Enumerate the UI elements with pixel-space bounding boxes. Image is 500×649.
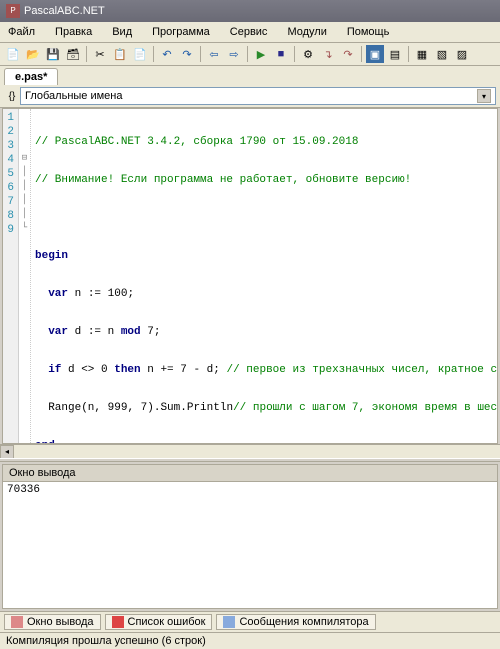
code-area[interactable]: // PascalABC.NET 3.4.2, сборка 1790 от 1…	[31, 109, 497, 443]
output-header: Окно вывода	[3, 465, 497, 482]
file-tab[interactable]: e.pas*	[4, 68, 58, 85]
app-icon: P	[6, 4, 20, 18]
scope-dropdown[interactable]: Глобальные имена ▾	[20, 87, 496, 105]
cut-icon[interactable]: ✂	[91, 45, 109, 63]
nav-fwd-icon[interactable]: ⇨	[225, 45, 243, 63]
titlebar: P PascalABC.NET	[0, 0, 500, 22]
toolbar: 📄 📂 💾 🗃 ✂ 📋 📄 ↶ ↷ ⇦ ⇨ ▶ ■ ⚙ ↴ ↷ ▣ ▤ ▦ ▧ …	[0, 43, 500, 66]
copy-icon[interactable]: 📋	[111, 45, 129, 63]
step-over-icon[interactable]: ↷	[339, 45, 357, 63]
tab-output[interactable]: Окно вывода	[4, 614, 101, 630]
tab-compiler[interactable]: Сообщения компилятора	[216, 614, 375, 630]
undo-icon[interactable]: ↶	[158, 45, 176, 63]
panel1-icon[interactable]: ▣	[366, 45, 384, 63]
layout2-icon[interactable]: ▧	[433, 45, 451, 63]
tab-row: e.pas*	[0, 66, 500, 85]
splitter[interactable]	[0, 458, 500, 462]
menu-program[interactable]: Программа	[148, 24, 214, 40]
compile-icon[interactable]: ⚙	[299, 45, 317, 63]
code-comment: // PascalABC.NET 3.4.2, сборка 1790 от 1…	[35, 136, 358, 148]
scope-value: Глобальные имена	[25, 90, 123, 102]
menu-modules[interactable]: Модули	[283, 24, 330, 40]
output-text: 70336	[7, 484, 40, 496]
scroll-left-icon[interactable]: ◂	[0, 445, 14, 459]
app-title: PascalABC.NET	[24, 5, 105, 17]
fold-column: ⊟ ││││└	[19, 109, 31, 443]
fold-toggle-icon[interactable]: ⊟	[19, 151, 30, 165]
menu-file[interactable]: Файл	[4, 24, 39, 40]
statusbar: Компиляция прошла успешно (6 строк)	[0, 632, 500, 649]
code-comment: // Внимание! Если программа не работает,…	[35, 174, 411, 186]
menu-help[interactable]: Помощь	[343, 24, 394, 40]
menu-view[interactable]: Вид	[108, 24, 136, 40]
paste-icon[interactable]: 📄	[131, 45, 149, 63]
nav-back-icon[interactable]: ⇦	[205, 45, 223, 63]
hscroll[interactable]: ◂	[0, 444, 500, 458]
compiler-tab-icon	[223, 616, 235, 628]
output-body[interactable]: 70336	[3, 482, 497, 608]
bottom-tabs: Окно вывода Список ошибок Сообщения комп…	[0, 611, 500, 632]
open-file-icon[interactable]: 📂	[24, 45, 42, 63]
run-icon[interactable]: ▶	[252, 45, 270, 63]
layout3-icon[interactable]: ▨	[453, 45, 471, 63]
scope-icon: {}	[4, 88, 20, 104]
menu-edit[interactable]: Правка	[51, 24, 96, 40]
menubar: Файл Правка Вид Программа Сервис Модули …	[0, 22, 500, 43]
code-editor[interactable]: 1 2 3 4 5 6 7 8 9 ⊟ ││││└ // PascalABC.N…	[2, 108, 498, 444]
save-icon[interactable]: 💾	[44, 45, 62, 63]
line-gutter: 1 2 3 4 5 6 7 8 9	[3, 109, 19, 443]
save-all-icon[interactable]: 🗃	[64, 45, 82, 63]
new-file-icon[interactable]: 📄	[4, 45, 22, 63]
chevron-down-icon[interactable]: ▾	[477, 89, 491, 103]
panel2-icon[interactable]: ▤	[386, 45, 404, 63]
step-into-icon[interactable]: ↴	[319, 45, 337, 63]
errors-tab-icon	[112, 616, 124, 628]
output-tab-icon	[11, 616, 23, 628]
layout1-icon[interactable]: ▦	[413, 45, 431, 63]
menu-service[interactable]: Сервис	[226, 24, 272, 40]
redo-icon[interactable]: ↷	[178, 45, 196, 63]
status-text: Компиляция прошла успешно (6 строк)	[6, 635, 206, 647]
tab-errors[interactable]: Список ошибок	[105, 614, 213, 630]
stop-icon[interactable]: ■	[272, 45, 290, 63]
scope-row: {} Глобальные имена ▾	[0, 85, 500, 108]
output-panel: Окно вывода 70336	[2, 464, 498, 609]
